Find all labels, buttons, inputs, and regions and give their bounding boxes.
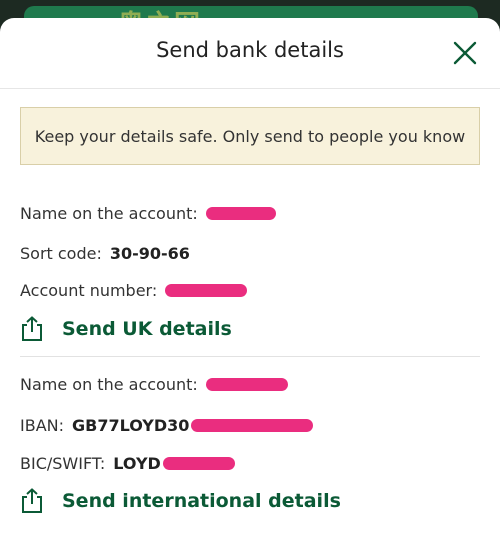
- account-number-label: Account number:: [20, 281, 158, 300]
- bic-row: BIC/SWIFT: LOYD: [20, 454, 235, 473]
- bic-value: LOYD: [113, 454, 161, 473]
- sort-code-value: 30-90-66: [109, 244, 190, 263]
- section-divider: [20, 356, 480, 357]
- iban-value: GB77LOYD30: [72, 416, 190, 435]
- send-international-details-button[interactable]: Send international details: [20, 488, 341, 514]
- redacted-account-number: [165, 284, 248, 297]
- close-button[interactable]: [452, 40, 478, 66]
- send-international-details-label: Send international details: [62, 490, 341, 512]
- bottom-sheet: Send bank details Keep your details safe…: [0, 18, 500, 538]
- sheet-header: Send bank details: [0, 18, 500, 89]
- uk-account-name-row: Name on the account:: [20, 204, 276, 223]
- uk-account-name-label: Name on the account:: [20, 204, 198, 223]
- sort-code-label: Sort code:: [20, 244, 102, 263]
- share-icon: [22, 488, 42, 513]
- sheet-title: Send bank details: [156, 38, 344, 62]
- safety-warning: Keep your details safe. Only send to peo…: [20, 107, 480, 165]
- uk-sort-code-row: Sort code: 30-90-66: [20, 244, 190, 263]
- intl-account-name-label: Name on the account:: [20, 375, 198, 394]
- send-uk-details-label: Send UK details: [62, 318, 232, 340]
- uk-account-number-row: Account number:: [20, 281, 248, 300]
- intl-account-name-row: Name on the account:: [20, 375, 288, 394]
- iban-row: IBAN: GB77LOYD30: [20, 416, 314, 435]
- share-icon: [22, 316, 42, 341]
- iban-label: IBAN:: [20, 416, 64, 435]
- redacted-bic: [162, 457, 235, 470]
- close-icon: [453, 41, 477, 65]
- redacted-intl-account-name: [205, 378, 288, 391]
- bic-label: BIC/SWIFT:: [20, 454, 106, 473]
- warning-text: Keep your details safe. Only send to peo…: [34, 126, 466, 146]
- send-uk-details-button[interactable]: Send UK details: [20, 316, 232, 342]
- redacted-account-name: [205, 207, 276, 220]
- redacted-iban: [191, 419, 314, 432]
